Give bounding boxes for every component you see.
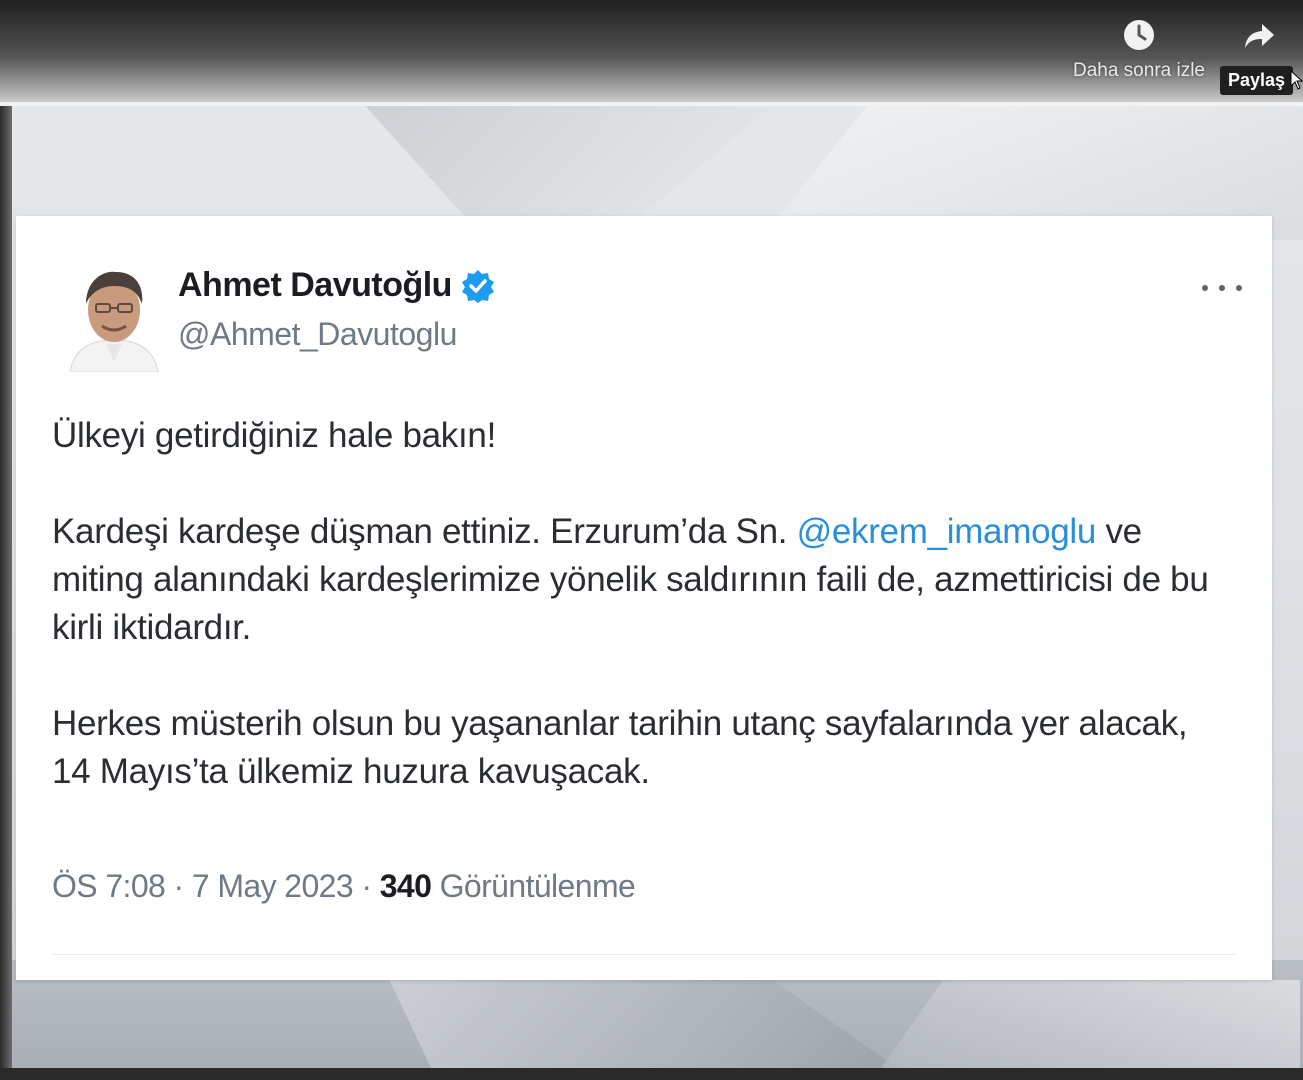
meta-separator: · (353, 868, 380, 904)
tweet-body: Ülkeyi getirdiğiniz hale bakın! Kardeşi … (52, 412, 1232, 844)
tweet-time[interactable]: ÖS 7:08 (52, 868, 166, 904)
tweet-date[interactable]: 7 May 2023 (192, 868, 354, 904)
watch-later-button[interactable]: Daha sonra izle (1066, 18, 1212, 82)
avatar[interactable] (66, 264, 162, 372)
card-divider (52, 954, 1236, 955)
mention-link[interactable]: @ekrem_imamoglu (797, 512, 1097, 551)
more-options-button[interactable] (1202, 276, 1242, 300)
mouse-cursor-icon (1290, 69, 1303, 90)
more-dots-icon (1202, 285, 1208, 291)
views-label: Görüntülenme (439, 868, 636, 904)
share-button[interactable] (1226, 18, 1294, 54)
share-tooltip: Paylaş (1220, 66, 1294, 95)
tweet-card: Ahmet Davutoğlu @Ahmet_Davutoglu Ülkeyi … (16, 216, 1272, 980)
video-frame: Daha sonra izle Paylaş Ahmet Davutoğlu @… (0, 0, 1303, 1080)
background-shape (880, 980, 1300, 1070)
meta-separator: · (165, 868, 192, 904)
user-handle[interactable]: @Ahmet_Davutoglu (178, 316, 457, 353)
left-edge-strip (0, 100, 12, 1080)
tweet-paragraph: Herkes müsterih olsun bu yaşananlar tari… (52, 704, 1188, 791)
more-dots-icon (1219, 285, 1225, 291)
author-name-row[interactable]: Ahmet Davutoğlu (178, 266, 496, 305)
tweet-meta: ÖS 7:08 · 7 May 2023 · 340 Görüntülenme (52, 868, 636, 905)
watch-later-label: Daha sonra izle (1072, 60, 1206, 81)
more-dots-icon (1236, 285, 1242, 291)
tweet-text-segment: Kardeşi kardeşe düşman ettiniz. Erzurum’… (52, 512, 797, 551)
verified-badge-icon (460, 268, 496, 304)
share-arrow-icon (1242, 18, 1278, 54)
views-count: 340 (379, 868, 432, 904)
clock-icon (1122, 18, 1156, 52)
overlay-divider (0, 102, 1303, 106)
tweet-paragraph: Kardeşi kardeşe düşman ettiniz. Erzurum’… (52, 508, 1232, 652)
bottom-edge-strip (0, 1068, 1303, 1080)
tweet-paragraph: Ülkeyi getirdiğiniz hale bakın! (52, 416, 496, 455)
display-name[interactable]: Ahmet Davutoğlu (178, 266, 452, 305)
